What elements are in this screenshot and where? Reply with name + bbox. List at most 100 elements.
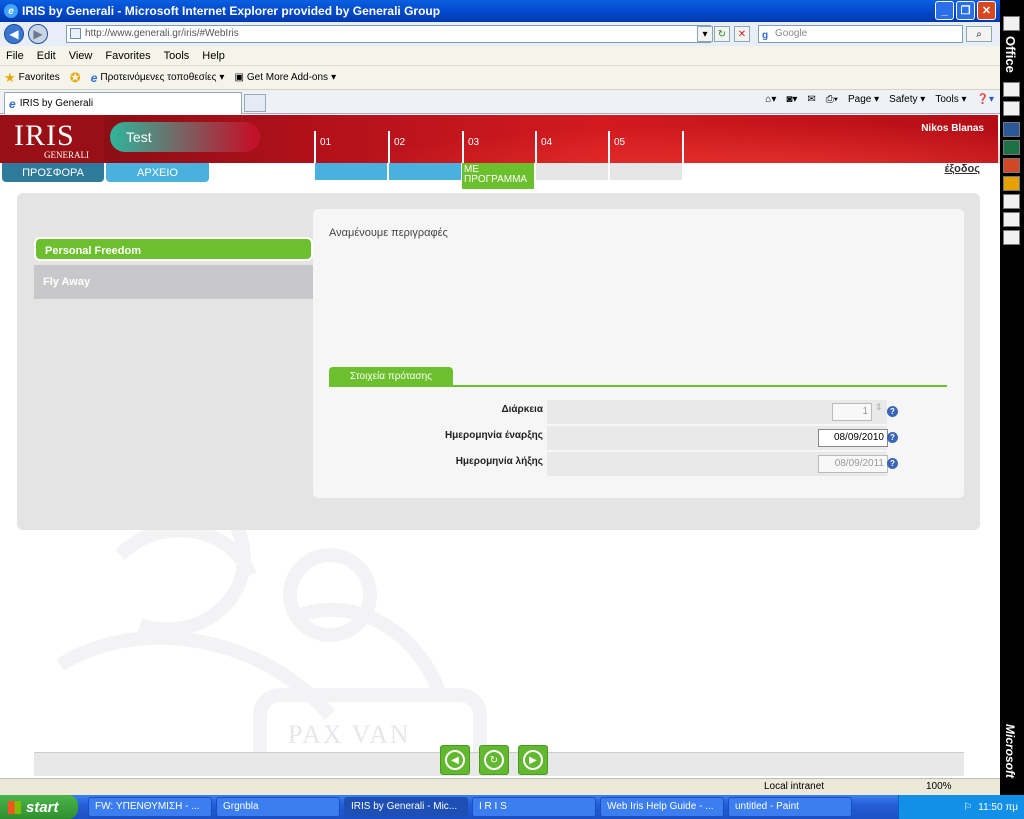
- stepper-icon[interactable]: ⇕: [875, 402, 883, 413]
- powerpoint-icon[interactable]: [1003, 158, 1020, 173]
- office-icon[interactable]: [1003, 16, 1020, 31]
- product-personal-freedom[interactable]: Personal Freedom: [34, 237, 313, 261]
- tools-menu[interactable]: Tools ▾: [935, 94, 966, 105]
- start-button[interactable]: start: [0, 795, 78, 819]
- ie-icon: e: [9, 96, 16, 111]
- menu-view[interactable]: View: [69, 50, 93, 62]
- page-menu[interactable]: Page ▾: [848, 94, 879, 105]
- help-icon[interactable]: ?: [887, 406, 898, 417]
- outlook-icon[interactable]: [1003, 176, 1020, 191]
- help-icon[interactable]: ?: [887, 458, 898, 469]
- taskbar-item[interactable]: FW: ΥΠΕΝΘΥΜΙΣΗ - ...: [88, 797, 212, 817]
- menu-edit[interactable]: Edit: [37, 50, 56, 62]
- clock: 11:50 πμ: [978, 801, 1018, 813]
- start-date-cell: 08/09/2010: [547, 426, 888, 450]
- iris-logo: IRIS GENERALI: [0, 115, 104, 163]
- ie-icon: e: [90, 70, 98, 85]
- address-dropdown-icon[interactable]: ▾: [697, 26, 713, 42]
- step-01[interactable]: 01: [314, 131, 388, 163]
- window-controls: _ ❐ ✕: [935, 1, 996, 20]
- menu-favorites[interactable]: Favorites: [105, 50, 150, 62]
- start-date-input[interactable]: 08/09/2010: [818, 429, 888, 447]
- search-input[interactable]: g Google: [758, 25, 963, 43]
- tray-icon[interactable]: ⚐: [963, 802, 972, 813]
- step-number: 03: [468, 137, 480, 148]
- start-date-label: Ημερομηνία έναρξης: [444, 430, 543, 441]
- home-icon[interactable]: ⌂▾: [765, 94, 776, 105]
- previous-button[interactable]: ◀: [440, 745, 470, 775]
- feeds-icon[interactable]: ◙▾: [786, 94, 797, 105]
- microsoft-label: Microsoft: [1003, 724, 1017, 778]
- step-05[interactable]: 05: [608, 131, 684, 163]
- step-number: 05: [614, 137, 626, 148]
- forward-button[interactable]: ▶: [28, 24, 48, 44]
- excel-icon[interactable]: [1003, 140, 1020, 155]
- logo-subtext: GENERALI: [44, 150, 89, 160]
- taskbar-item[interactable]: Grgnbla: [216, 797, 340, 817]
- add-favorite-button[interactable]: ✪: [70, 70, 81, 86]
- taskbar-item[interactable]: IRIS by Generali - Mic...: [344, 797, 468, 817]
- browser-tab-row: e IRIS by Generali ⌂▾ ◙▾ ✉ ⎙▾ Page ▾ Saf…: [0, 90, 1000, 114]
- office-app-icon[interactable]: [1003, 194, 1020, 209]
- taskbar-item[interactable]: Web Iris Help Guide - ...: [600, 797, 724, 817]
- minimize-button[interactable]: _: [935, 1, 954, 20]
- refresh-icon[interactable]: ↻: [714, 26, 730, 42]
- addons-link[interactable]: ▣ Get More Add-ons ▾: [234, 72, 336, 83]
- search-button[interactable]: ⌕: [966, 26, 992, 42]
- end-date-cell: 08/09/2011: [547, 452, 888, 476]
- step-02[interactable]: 02: [388, 131, 462, 163]
- step-03[interactable]: 03: [462, 131, 535, 163]
- favorites-button[interactable]: ★ Favorites: [4, 70, 60, 86]
- taskbar-item[interactable]: I R I S: [472, 797, 596, 817]
- product-fly-away[interactable]: Fly Away: [34, 265, 313, 299]
- back-button[interactable]: ◀: [4, 24, 24, 44]
- favorites-bar: ★ Favorites ✪ e Προτεινόμενες τοποθεσίες…: [0, 66, 1000, 90]
- duration-cell: 1 ⇕: [547, 400, 887, 424]
- arrow-right-icon: ▶: [523, 750, 543, 770]
- menu-tools[interactable]: Tools: [164, 50, 190, 62]
- office-app-icon[interactable]: [1003, 101, 1020, 116]
- add-favorite-icon: ✪: [69, 69, 81, 85]
- browser-tab[interactable]: e IRIS by Generali: [4, 92, 242, 114]
- mail-icon[interactable]: ✉: [807, 94, 815, 105]
- tab-offer[interactable]: ΠΡΟΣΦΟΡΑ: [2, 163, 104, 182]
- help-icon[interactable]: ?: [887, 432, 898, 443]
- suggested-sites-link[interactable]: e Προτεινόμενες τοποθεσίες ▾: [91, 71, 225, 85]
- address-input[interactable]: http://www.generali.gr/iris/#WebIris: [66, 25, 711, 43]
- system-tray: ⚐ 11:50 πμ: [898, 795, 1024, 819]
- print-icon[interactable]: ⎙▾: [826, 94, 838, 105]
- safety-menu[interactable]: Safety ▾: [889, 94, 925, 105]
- menu-bar: File Edit View Favorites Tools Help: [0, 46, 1000, 66]
- refresh-icon: ↻: [484, 750, 504, 770]
- search-placeholder: Google: [775, 28, 808, 39]
- browser-tab-title: IRIS by Generali: [19, 98, 94, 109]
- office-app-icon[interactable]: [1003, 82, 1020, 97]
- menu-file[interactable]: File: [6, 50, 24, 62]
- zoom-level[interactable]: 100%: [926, 781, 952, 792]
- case-name: Test: [110, 122, 260, 152]
- proposal-section-tab[interactable]: Στοιχεία πρότασης: [329, 367, 453, 387]
- new-tab-button[interactable]: [244, 94, 266, 112]
- command-bar: ⌂▾ ◙▾ ✉ ⎙▾ Page ▾ Safety ▾ Tools ▾ ❓▾: [765, 94, 994, 105]
- taskbar-item[interactable]: untitled - Paint: [728, 797, 852, 817]
- office-label: Office: [1003, 36, 1018, 73]
- help-icon[interactable]: ❓▾: [977, 94, 994, 105]
- end-date-input[interactable]: 08/09/2011: [818, 455, 888, 473]
- maximize-button[interactable]: ❐: [956, 1, 975, 20]
- menu-help[interactable]: Help: [202, 50, 225, 62]
- office-app-icon[interactable]: [1003, 212, 1020, 227]
- word-icon[interactable]: [1003, 122, 1020, 137]
- ie-logo-icon: e: [4, 4, 18, 18]
- stop-icon[interactable]: ✕: [734, 26, 750, 42]
- chevron-down-icon: ▾: [331, 72, 337, 83]
- logout-link[interactable]: έξοδος: [944, 163, 980, 175]
- tab-archive[interactable]: ΑΡΧΕΙΟ: [106, 163, 209, 182]
- duration-input[interactable]: 1: [832, 403, 872, 421]
- office-app-icon[interactable]: [1003, 230, 1020, 245]
- refresh-step-button[interactable]: ↻: [479, 745, 509, 775]
- step-05-bar: [610, 163, 682, 180]
- next-button[interactable]: ▶: [518, 745, 548, 775]
- step-04[interactable]: 04: [535, 131, 608, 163]
- close-button[interactable]: ✕: [977, 1, 996, 20]
- step-04-bar: [536, 163, 608, 180]
